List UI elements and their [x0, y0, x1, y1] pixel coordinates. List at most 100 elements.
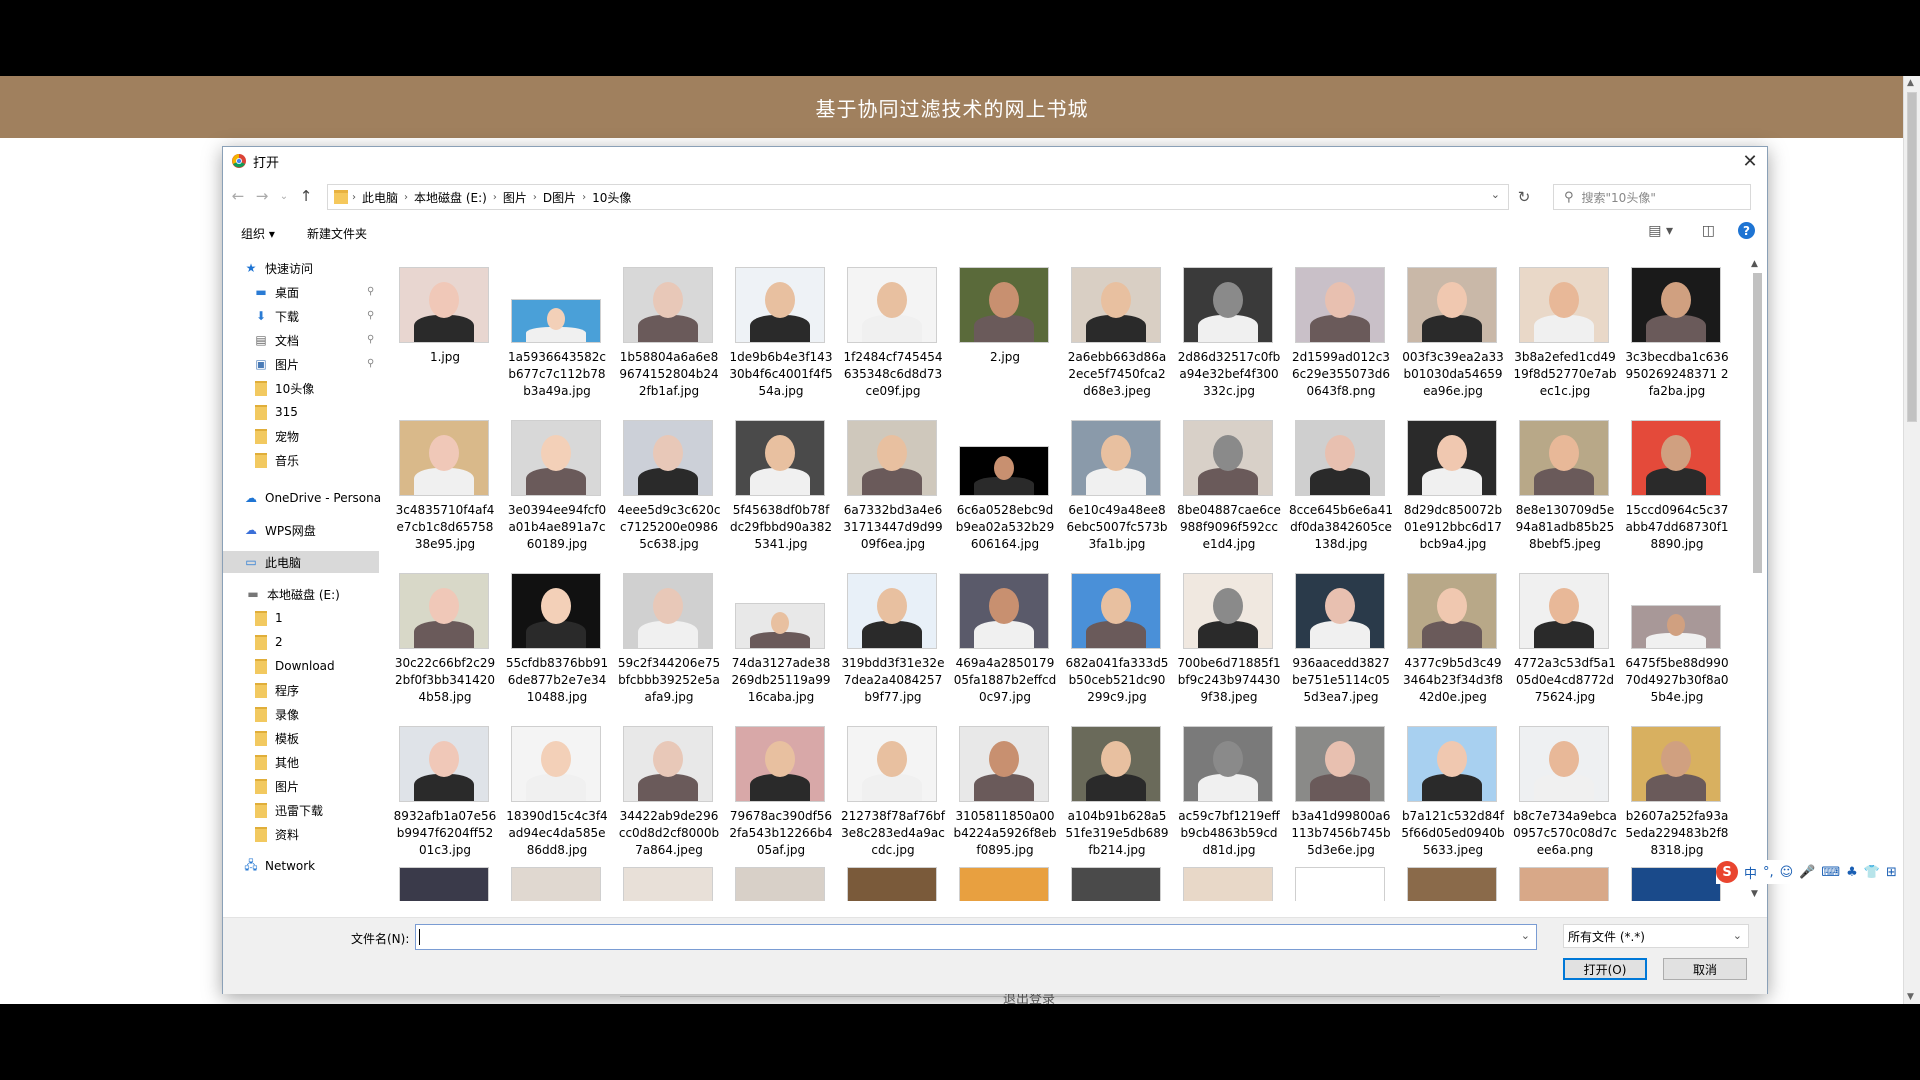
- file-item[interactable]: 6a7332bd3a4e631713447d9d9909f6ea.jpg: [841, 408, 945, 554]
- nav-item-qa-3[interactable]: ▣ 图片: [253, 353, 299, 375]
- file-item[interactable]: 1de9b6b4e3f14330b4f6c4001f4f554a.jpg: [729, 255, 833, 401]
- nav-item-drive-5[interactable]: 模板: [253, 727, 299, 749]
- nav-item-qa-7[interactable]: 音乐: [253, 449, 299, 471]
- cancel-button[interactable]: 取消: [1663, 958, 1747, 980]
- nav-item-drive-1[interactable]: 2: [253, 631, 283, 653]
- file-item[interactable]: 79678ac390df562fa543b12266b405af.jpg: [729, 714, 833, 860]
- nav-network[interactable]: 🖧 Network: [243, 855, 315, 877]
- pin-icon[interactable]: ⚲: [367, 358, 374, 369]
- ime-tool-4[interactable]: ⌨: [1821, 865, 1840, 880]
- file-item[interactable]: b2607a252fa93a5eda229483b2f88318.jpg: [1625, 714, 1729, 860]
- nav-item-drive-0[interactable]: 1: [253, 607, 283, 629]
- nav-item-qa-6[interactable]: 宠物: [253, 425, 299, 447]
- file-item[interactable]: 700be6d71885f1bf9c243b9744309f38.jpeg: [1177, 561, 1281, 707]
- file-list-scrollbar[interactable]: ▲ ▼: [1749, 259, 1765, 899]
- file-item[interactable]: 1b58804a6a6e89674152804b242fb1af.jpg: [617, 255, 721, 401]
- file-item[interactable]: [729, 867, 833, 901]
- organize-button[interactable]: 组织 ▾: [241, 225, 275, 242]
- address-dropdown-icon[interactable]: ⌄: [1491, 188, 1500, 201]
- breadcrumb-d-pictures[interactable]: D图片: [543, 189, 576, 206]
- nav-quick-access[interactable]: ★ 快速访问: [243, 257, 313, 279]
- view-options-icon[interactable]: ▤ ▾: [1648, 223, 1673, 239]
- nav-item-drive-9[interactable]: 资料: [253, 823, 299, 845]
- file-type-select[interactable]: 所有文件 (*.*) ⌄: [1563, 924, 1749, 948]
- scroll-up-icon[interactable]: ▲: [1751, 259, 1758, 269]
- file-item[interactable]: 469a4a2850179 05fa1887b2effcd0c97.jpg: [953, 561, 1057, 707]
- file-item[interactable]: 003f3c39ea2a33b01030da54659ea96e.jpg: [1401, 255, 1505, 401]
- file-item[interactable]: 18390d15c4c3f4ad94ec4da585e86dd8.jpg: [505, 714, 609, 860]
- nav-item-qa-2[interactable]: ▤ 文档: [253, 329, 299, 351]
- file-item[interactable]: a104b91b628a551fe319e5db689fb214.jpg: [1065, 714, 1169, 860]
- address-bar[interactable]: › 此电脑 › 本地磁盘 (E:) › 图片 › D图片 › 10头像 ⌄: [327, 184, 1509, 210]
- nav-item-drive-4[interactable]: 录像: [253, 703, 299, 725]
- page-scroll-thumb[interactable]: [1907, 92, 1917, 422]
- nav-item-drive-8[interactable]: 迅雷下载: [253, 799, 323, 821]
- file-item[interactable]: [1625, 867, 1729, 901]
- refresh-button[interactable]: ↻: [1511, 184, 1537, 210]
- page-scrollbar[interactable]: ▲ ▼: [1903, 76, 1920, 1004]
- file-item[interactable]: 2.jpg: [953, 255, 1057, 401]
- file-item[interactable]: [1289, 867, 1393, 901]
- filename-dropdown-icon[interactable]: ⌄: [1521, 929, 1530, 942]
- file-item[interactable]: 1f2484cf745454635348c6d8d73ce09f.jpg: [841, 255, 945, 401]
- nav-item-drive-7[interactable]: 图片: [253, 775, 299, 797]
- recent-locations-button[interactable]: ⌄: [273, 186, 295, 206]
- breadcrumb-10-avatars[interactable]: 10头像: [592, 189, 631, 206]
- file-item[interactable]: 936aacedd3827be751e5114c055d3ea7.jpeg: [1289, 561, 1393, 707]
- ime-tool-2[interactable]: ☺: [1780, 865, 1794, 880]
- search-input[interactable]: ⚲ 搜索"10头像": [1553, 184, 1751, 210]
- file-item[interactable]: 3e0394ee94fcf0a01b4ae891a7c60189.jpg: [505, 408, 609, 554]
- pin-icon[interactable]: ⚲: [367, 334, 374, 345]
- open-button[interactable]: 打开(O): [1563, 958, 1647, 980]
- file-item[interactable]: 1a5936643582cb677c7c112b78b3a49a.jpg: [505, 255, 609, 401]
- ime-tool-5[interactable]: ♣: [1846, 865, 1858, 880]
- file-item[interactable]: 4772a3c53df5a105d0e4cd8772d75624.jpg: [1513, 561, 1617, 707]
- file-item[interactable]: [1513, 867, 1617, 901]
- file-item[interactable]: 212738f78af76bf3e8c283ed4a9accdc.jpg: [841, 714, 945, 860]
- nav-item-drive-3[interactable]: 程序: [253, 679, 299, 701]
- file-item[interactable]: 8cce645b6e6a41df0da3842605ce138d.jpg: [1289, 408, 1393, 554]
- file-item[interactable]: 319bdd3f31e32e7dea2a4084257b9f77.jpg: [841, 561, 945, 707]
- breadcrumb-this-pc[interactable]: 此电脑: [362, 189, 398, 206]
- nav-item-qa-0[interactable]: ▬ 桌面: [253, 281, 299, 303]
- breadcrumb-pictures[interactable]: 图片: [503, 189, 527, 206]
- ime-tool-6[interactable]: 👕: [1864, 865, 1880, 880]
- file-item[interactable]: [617, 867, 721, 901]
- scroll-down-icon[interactable]: ▼: [1751, 889, 1758, 899]
- file-item[interactable]: 55cfdb8376bb916de877b2e7e3410488.jpg: [505, 561, 609, 707]
- up-button[interactable]: ↑: [295, 186, 317, 206]
- file-item[interactable]: 1.jpg: [393, 255, 497, 401]
- file-item[interactable]: 6e10c49a48ee86ebc5007fc573b3fa1b.jpg: [1065, 408, 1169, 554]
- nav-drive-e[interactable]: ▬ 本地磁盘 (E:): [245, 583, 339, 605]
- nav-item-qa-4[interactable]: 10头像: [253, 377, 314, 399]
- file-item[interactable]: 8e8e130709d5e94a81adb85b258bebf5.jpeg: [1513, 408, 1617, 554]
- forward-button[interactable]: →: [251, 186, 273, 206]
- file-item[interactable]: 34422ab9de296cc0d8d2cf8000b7a864.jpeg: [617, 714, 721, 860]
- nav-this-pc[interactable]: ▭ 此电脑: [223, 551, 379, 573]
- ime-toolbar[interactable]: S 中 °, ☺ 🎤 ⌨ ♣ 👕 ⊞: [1716, 860, 1903, 884]
- file-item[interactable]: b8c7e734a9ebca0957c570c08d7cee6a.png: [1513, 714, 1617, 860]
- file-item[interactable]: 8be04887cae6ce988f9096f592cce1d4.jpg: [1177, 408, 1281, 554]
- back-button[interactable]: ←: [227, 186, 249, 206]
- nav-item-qa-1[interactable]: ⬇ 下载: [253, 305, 299, 327]
- file-item[interactable]: 8d29dc850072b01e912bbc6d17bcb9a4.jpg: [1401, 408, 1505, 554]
- new-folder-button[interactable]: 新建文件夹: [307, 225, 367, 242]
- nav-item-qa-5[interactable]: 315: [253, 401, 298, 423]
- file-item[interactable]: [953, 867, 1057, 901]
- ime-tool-0[interactable]: 中: [1744, 863, 1757, 882]
- filename-input[interactable]: ⌄: [415, 924, 1537, 950]
- file-item[interactable]: 74da3127ade38269db25119a9916caba.jpg: [729, 561, 833, 707]
- file-item[interactable]: 3c4835710f4af4e7cb1c8d6575838e95.jpg: [393, 408, 497, 554]
- file-item[interactable]: [505, 867, 609, 901]
- preview-pane-icon[interactable]: ◫: [1702, 223, 1715, 239]
- pin-icon[interactable]: ⚲: [367, 310, 374, 321]
- scroll-down-icon[interactable]: ▼: [1907, 992, 1914, 1002]
- sogou-logo-icon[interactable]: S: [1716, 861, 1738, 883]
- breadcrumb-drive-e[interactable]: 本地磁盘 (E:): [414, 189, 487, 206]
- file-item[interactable]: b7a121c532d84f5f66d05ed0940b5633.jpeg: [1401, 714, 1505, 860]
- file-item[interactable]: 682a041fa333d5b50ceb521dc90299c9.jpg: [1065, 561, 1169, 707]
- file-item[interactable]: 4eee5d9c3c620cc7125200e09865c638.jpg: [617, 408, 721, 554]
- nav-onedrive[interactable]: ☁ OneDrive - Persona: [243, 487, 381, 509]
- scroll-up-icon[interactable]: ▲: [1907, 78, 1914, 88]
- file-item[interactable]: [393, 867, 497, 901]
